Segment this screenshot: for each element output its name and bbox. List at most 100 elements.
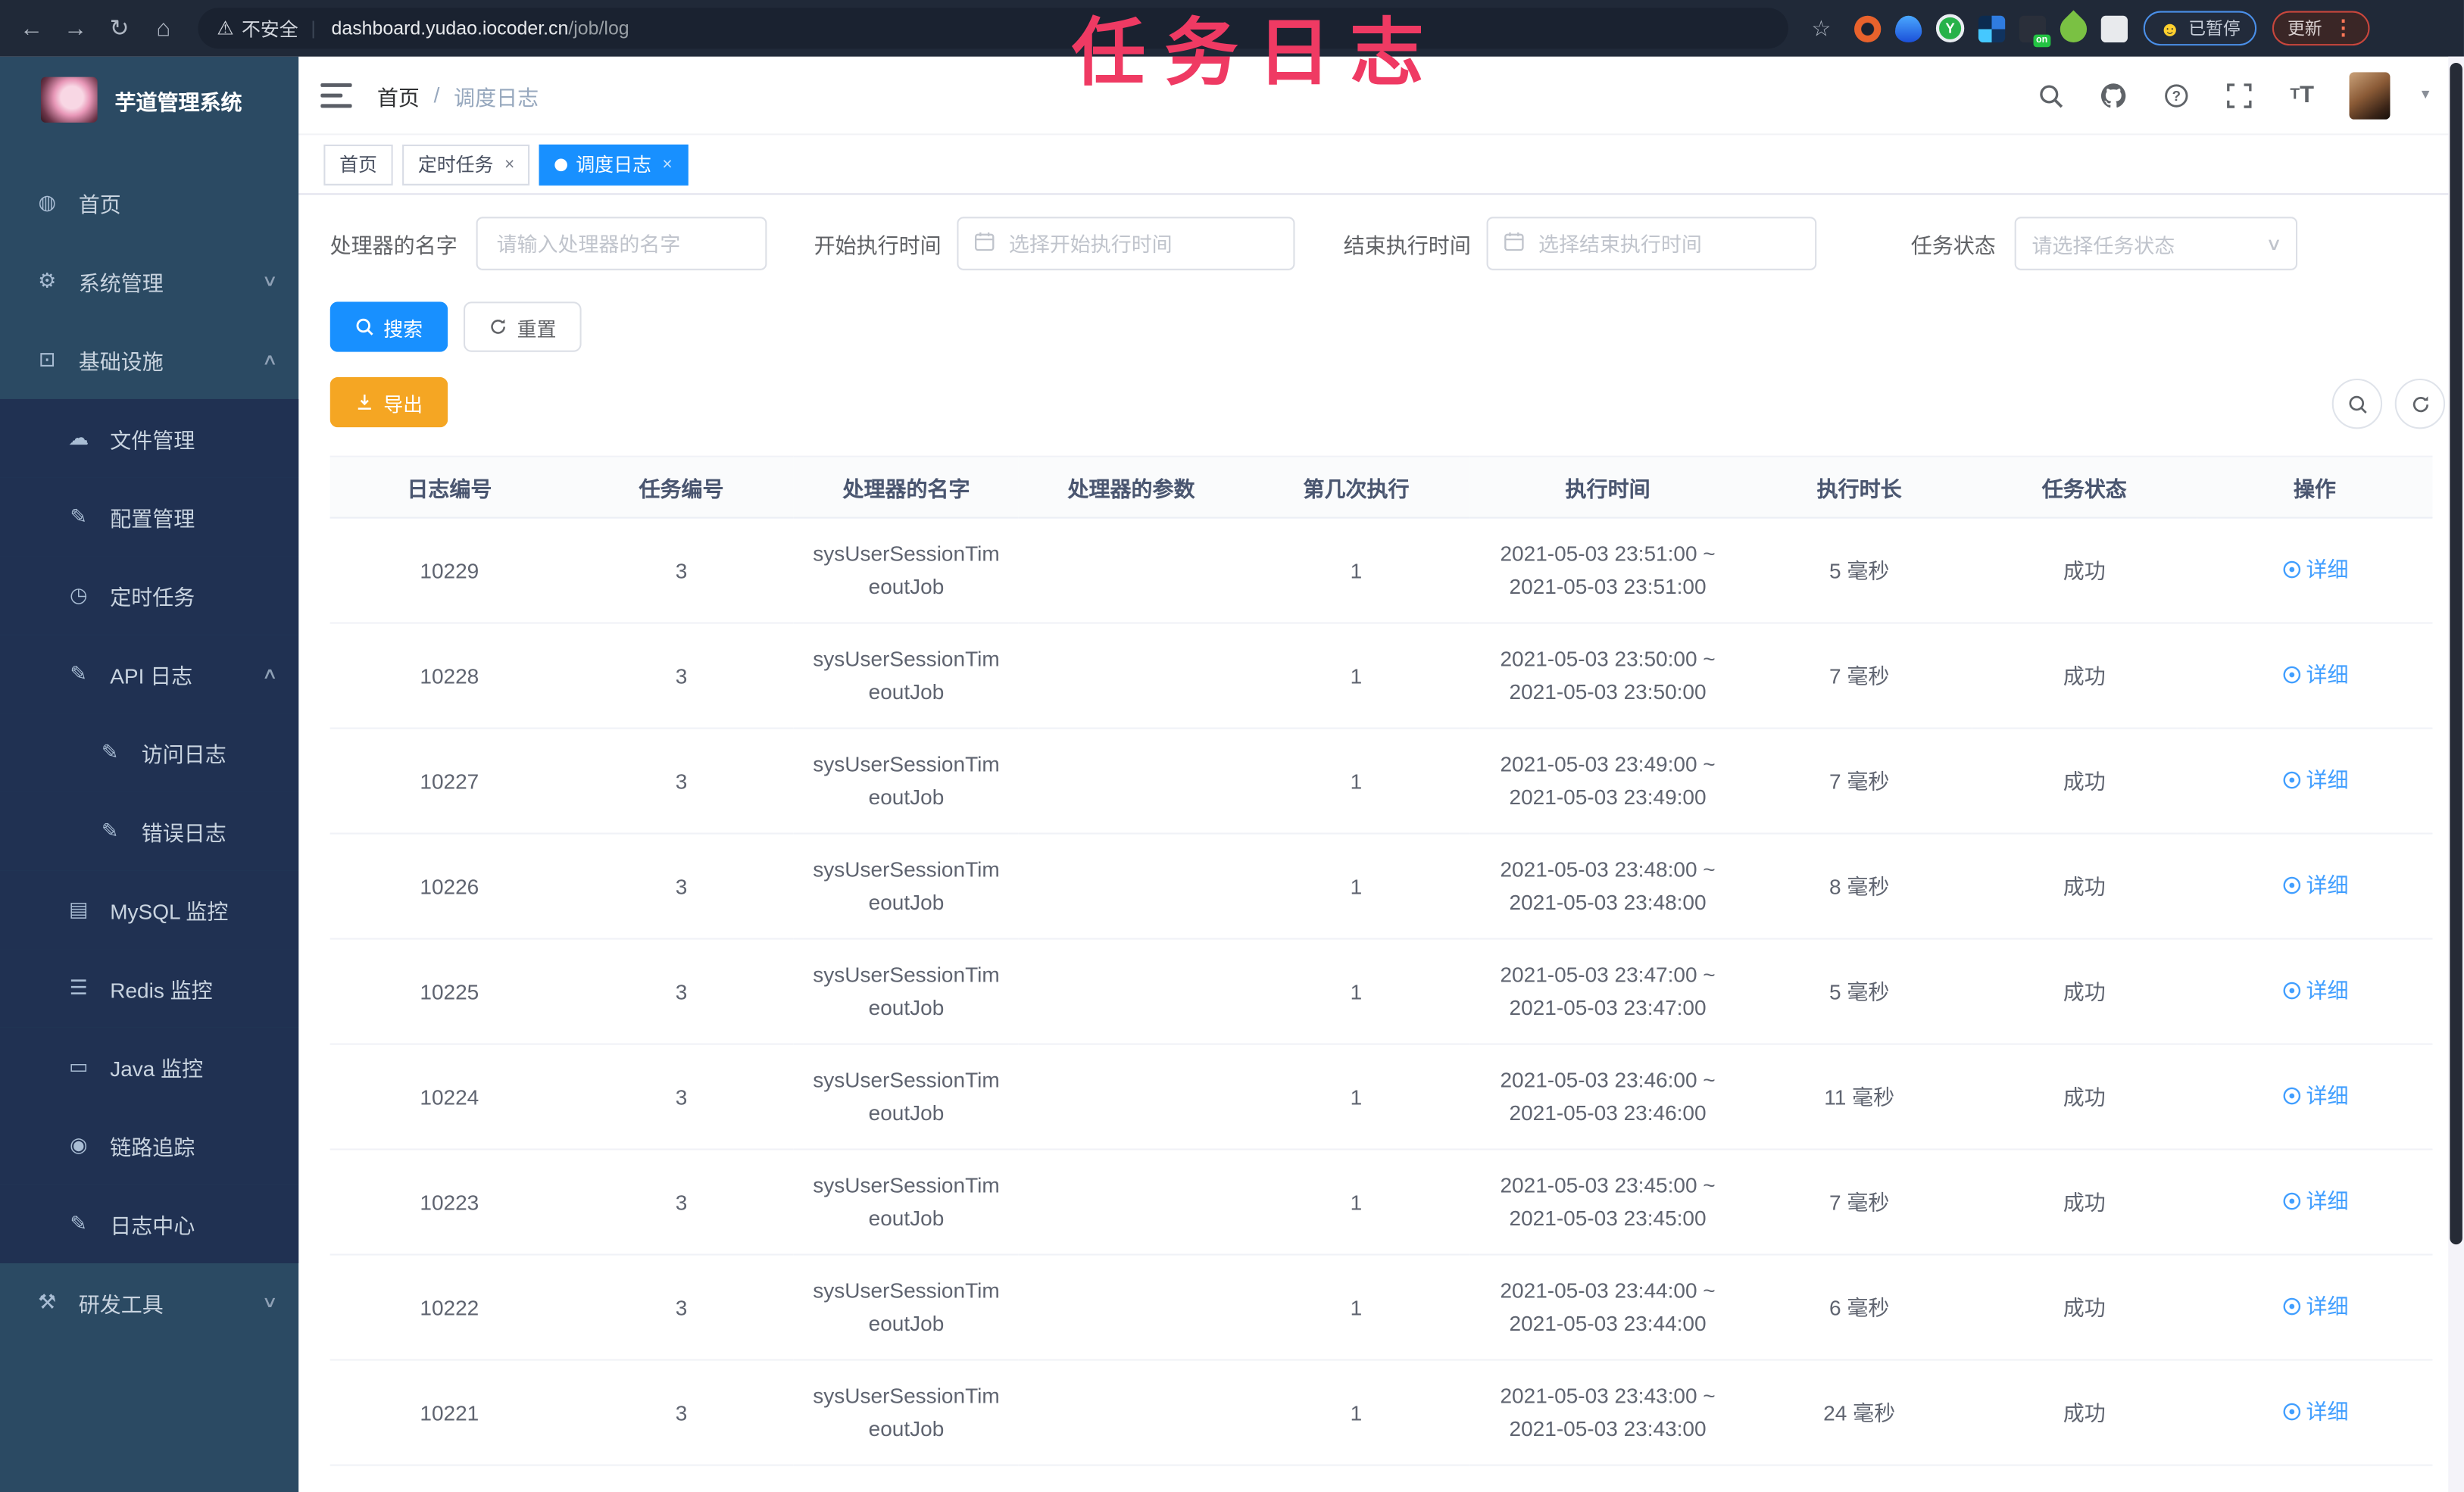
avatar[interactable]	[2349, 71, 2391, 119]
hamburger-icon[interactable]	[320, 81, 352, 109]
column-header: 任务编号	[569, 455, 794, 519]
sidebar-item-java-monitor[interactable]: ▭ Java 监控	[0, 1027, 299, 1107]
sidebar-item-redis-monitor[interactable]: ☰ Redis 监控	[0, 949, 299, 1028]
page-scrollbar[interactable]	[2448, 56, 2464, 1492]
extension-leaf-icon[interactable]	[2054, 9, 2093, 48]
extensions-puzzle-icon[interactable]	[2100, 14, 2128, 42]
github-icon[interactable]	[2098, 80, 2129, 111]
search-actions: 搜索 重置	[329, 301, 2433, 352]
detail-link[interactable]: 详细	[2281, 973, 2348, 1007]
table-toolbar: 导出	[329, 376, 2446, 429]
sidebar-item-scheduled-tasks[interactable]: ◷ 定时任务	[0, 556, 299, 635]
toggle-search-button[interactable]	[2331, 378, 2383, 429]
detail-link[interactable]: 详细	[2281, 763, 2348, 796]
sidebar-item-home[interactable]: ◍ 首页	[0, 164, 298, 242]
reload-icon[interactable]: ↻	[98, 14, 142, 42]
cloud-upload-icon: ☁	[68, 426, 89, 450]
table-cell: 2021-05-03 23:49:00 ~2021-05-03 23:49:00	[1468, 728, 1747, 835]
sidebar-item-infrastructure[interactable]: ⊡ 基础设施 ∧	[0, 320, 298, 399]
screen: ← → ↻ ⌂ ⚠ 不安全 | dashboard.yudao.iocoder.…	[0, 0, 2464, 1492]
detail-link[interactable]: 详细	[2281, 1289, 2348, 1322]
bookmark-star-icon[interactable]: ☆	[1804, 15, 1839, 42]
eye-icon	[2282, 876, 2300, 894]
table-cell	[1018, 1465, 1244, 1492]
refresh-table-button[interactable]	[2394, 378, 2446, 429]
scrollbar-thumb[interactable]	[2450, 62, 2462, 1245]
start-time-input[interactable]	[1005, 229, 1278, 258]
sidebar-item-trace[interactable]: ◉ 链路追踪	[0, 1106, 299, 1185]
extension-grid-icon[interactable]	[1978, 14, 2006, 42]
end-time-input[interactable]	[1535, 229, 1800, 258]
fullscreen-icon[interactable]	[2223, 80, 2254, 111]
detail-link[interactable]: 详细	[2281, 868, 2348, 901]
security-label[interactable]: 不安全	[242, 15, 298, 42]
forward-icon[interactable]: →	[54, 15, 98, 42]
tab-schedule-log[interactable]: 调度日志 ×	[539, 143, 689, 185]
table-cell: 1	[1243, 728, 1469, 835]
table-cell: 3	[569, 728, 794, 835]
table-row: 10226 3 sysUserSessionTim eoutJob 1 2021-05-0…	[329, 833, 2433, 940]
sidebar-item-mysql-monitor[interactable]: ▤ MySQL 监控	[0, 870, 299, 950]
close-icon[interactable]: ×	[662, 155, 672, 173]
extension-shield-icon[interactable]	[1894, 14, 1922, 42]
breadcrumb-home[interactable]: 首页	[377, 80, 420, 111]
detail-link[interactable]: 详细	[2281, 1184, 2348, 1217]
table-cell: 3	[569, 938, 794, 1045]
sidebar-item-dev-tools[interactable]: ⚒ 研发工具 ∨	[0, 1263, 298, 1342]
column-header: 任务状态	[1972, 455, 2197, 519]
browser-menu-icon[interactable]: ⋮	[2333, 16, 2353, 41]
home-icon[interactable]: ⌂	[142, 15, 186, 42]
detail-link[interactable]: 详细	[2281, 657, 2348, 691]
table-cell: 1	[1243, 938, 1469, 1045]
table-cell: 3	[569, 1359, 794, 1466]
table-cell: 24 毫秒	[1747, 1359, 1972, 1466]
sidebar-item-system-management[interactable]: ⚙ 系统管理 ∨	[0, 242, 298, 320]
sidebar-item-config-management[interactable]: ✎ 配置管理	[0, 477, 299, 557]
task-status-select[interactable]: 请选择任务状态 ∨	[2014, 217, 2298, 270]
sidebar: 芋道管理系统 ◍ 首页 ⚙ 系统管理 ∨ ⊡ 基础设施 ∧ ☁ 文件管理 ✎ 配置管理 ◷ 定时任务 ✎ AP…	[0, 56, 299, 1492]
detail-link[interactable]: 详细	[2281, 552, 2348, 585]
reset-button-label: 重置	[517, 318, 557, 341]
table-cell	[1018, 623, 1244, 729]
table-tools	[2331, 378, 2446, 429]
table-cell: 1	[1243, 1044, 1469, 1150]
close-icon[interactable]: ×	[504, 155, 514, 173]
search-button[interactable]: 搜索	[329, 301, 448, 352]
table-cell: 成功	[1972, 517, 2197, 624]
toolbox-icon: ⚒	[38, 1290, 57, 1314]
extension-orange-icon[interactable]	[1854, 14, 1882, 42]
table-cell: 10227	[329, 728, 570, 835]
app-logo-row[interactable]: 芋道管理系统	[0, 57, 298, 142]
sidebar-item-log-center[interactable]: ✎ 日志中心	[0, 1185, 299, 1263]
table-cell-actions: 详细	[2197, 1465, 2433, 1492]
handler-name-input[interactable]	[493, 229, 750, 258]
url-host: dashboard.yudao.iocoder.cn	[331, 17, 569, 39]
extension-switch-icon[interactable]: on	[2019, 14, 2051, 47]
column-header: 处理器的参数	[1018, 455, 1244, 519]
reset-button[interactable]: 重置	[464, 301, 582, 352]
export-button[interactable]: 导出	[329, 376, 448, 428]
table-row: 102203sysUserSessionTimeoutJob 12021-05-0…	[329, 1465, 2433, 1492]
sidebar-item-error-log[interactable]: ✎ 错误日志	[0, 791, 299, 871]
table-row: 10223 3 sysUserSessionTim eoutJob 1 2021-05-0…	[329, 1149, 2433, 1256]
sidebar-item-api-log[interactable]: ✎ API 日志 ∧	[0, 635, 299, 713]
detail-link[interactable]: 详细	[2281, 1394, 2348, 1428]
search-icon[interactable]	[2035, 80, 2066, 111]
back-icon[interactable]: ←	[9, 15, 53, 42]
sidebar-item-access-log[interactable]: ✎ 访问日志	[0, 713, 299, 792]
profile-paused-badge[interactable]: ☻ 已暂停	[2143, 11, 2256, 46]
tab-home[interactable]: 首页	[323, 143, 393, 185]
extension-green-icon[interactable]: Y	[1935, 14, 1965, 43]
help-icon[interactable]: ?	[2161, 80, 2192, 111]
eye-icon	[2282, 665, 2300, 683]
tab-scheduled-tasks[interactable]: 定时任务 ×	[402, 143, 531, 185]
browser-update-button[interactable]: 更新 ⋮	[2272, 11, 2369, 46]
address-bar[interactable]: ⚠ 不安全 | dashboard.yudao.iocoder.cn/job/l…	[198, 8, 1788, 49]
url-path: /job/log	[568, 17, 629, 39]
chevron-down-icon[interactable]: ▾	[2422, 86, 2429, 104]
table-cell: 5 毫秒	[1747, 938, 1972, 1045]
detail-link[interactable]: 详细	[2281, 1078, 2348, 1112]
sidebar-item-file-management[interactable]: ☁ 文件管理	[0, 398, 299, 478]
calendar-icon	[974, 231, 995, 256]
font-size-icon[interactable]: TT	[2286, 80, 2317, 111]
